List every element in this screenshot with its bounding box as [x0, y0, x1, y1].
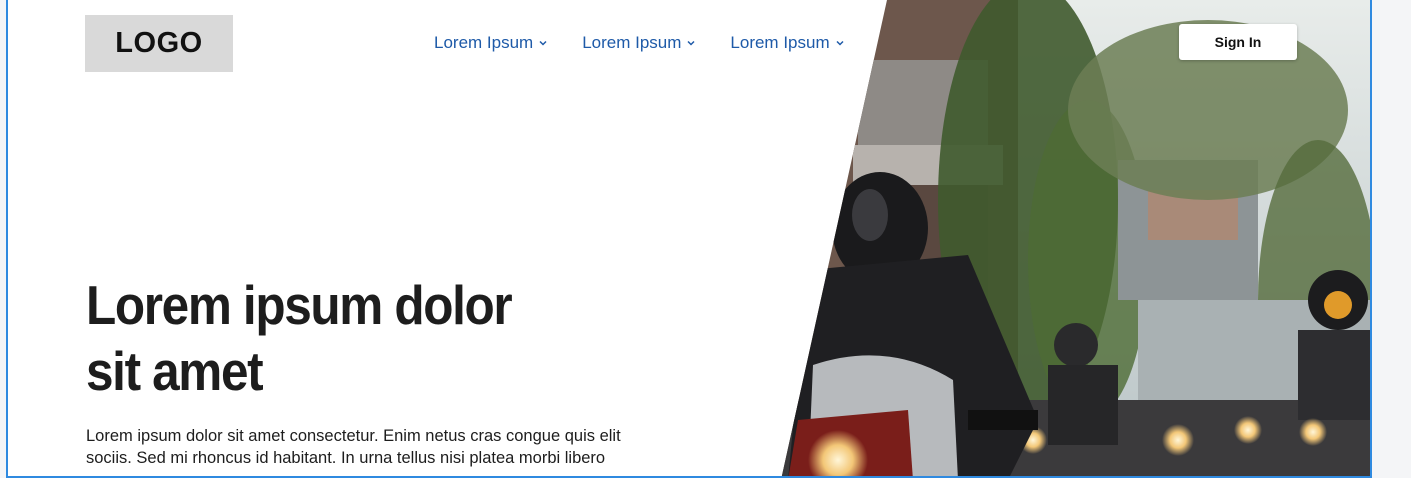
hero-body-line1: Lorem ipsum dolor sit amet consectetur. … — [86, 427, 621, 445]
chevron-down-icon — [687, 40, 695, 46]
page-frame: LOGO Lorem Ipsum Lorem Ipsum Lorem Ipsum… — [6, 0, 1372, 478]
main-nav: Lorem Ipsum Lorem Ipsum Lorem Ipsum — [434, 33, 879, 53]
logo[interactable]: LOGO — [85, 15, 233, 72]
chevron-down-icon — [539, 40, 547, 46]
hero-body-line2: sociis. Sed mi rhoncus id habitant. In u… — [86, 449, 606, 467]
hero-headline-line2: sit amet — [86, 340, 264, 402]
nav-item-label: Lorem Ipsum — [730, 33, 830, 52]
nav-item-2[interactable]: Lorem Ipsum — [582, 33, 696, 53]
hero-body-text: Lorem ipsum dolor sit amet consectetur. … — [86, 425, 686, 469]
nav-item-label: Lorem Ipsum — [434, 33, 534, 52]
hero-headline: Lorem ipsum dolor sit amet — [86, 272, 554, 404]
page-background-strip — [1374, 0, 1411, 468]
nav-item-3[interactable]: Lorem Ipsum — [730, 33, 844, 53]
hero-headline-line1: Lorem ipsum dolor — [86, 274, 513, 336]
chevron-down-icon — [836, 40, 844, 46]
sign-in-button[interactable]: Sign In — [1179, 24, 1297, 60]
nav-item-label: Lorem Ipsum — [582, 33, 682, 52]
nav-item-1[interactable]: Lorem Ipsum — [434, 33, 548, 53]
